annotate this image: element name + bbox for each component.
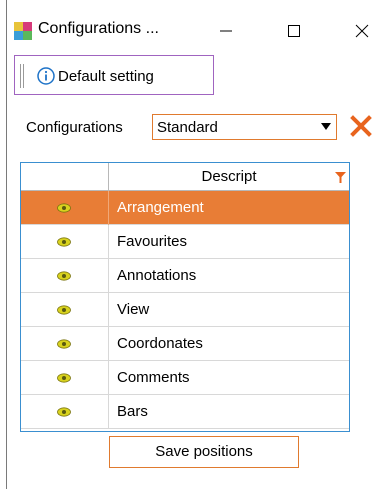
visibility-eye-icon[interactable]	[57, 203, 71, 213]
window-left-edge	[6, 0, 7, 489]
cell-separator	[108, 259, 109, 293]
cell-separator	[108, 327, 109, 361]
cell-separator	[108, 395, 109, 429]
cell-separator	[108, 191, 109, 225]
grid-row[interactable]: Bars	[21, 395, 349, 429]
column-header-description[interactable]: Descript	[109, 163, 349, 191]
minimize-button[interactable]	[206, 14, 246, 48]
cell-separator	[108, 225, 109, 259]
save-positions-button[interactable]: Save positions	[109, 436, 299, 468]
grid-row[interactable]: Annotations	[21, 259, 349, 293]
cell-separator	[108, 361, 109, 395]
visibility-eye-icon[interactable]	[57, 271, 71, 281]
row-label: Coordonates	[117, 335, 203, 352]
configurations-selected-value: Standard	[157, 119, 218, 136]
visibility-eye-icon[interactable]	[57, 305, 71, 315]
info-icon	[37, 67, 55, 85]
grid-row[interactable]: Arrangement	[21, 191, 349, 225]
row-label: Annotations	[117, 267, 197, 284]
default-setting-label: Default setting	[58, 67, 154, 85]
row-label: Bars	[117, 403, 148, 420]
window-title: Configurations ...	[38, 20, 159, 37]
close-icon	[355, 24, 369, 38]
grid-row[interactable]: Comments	[21, 361, 349, 395]
visibility-eye-icon[interactable]	[57, 237, 71, 247]
cell-separator	[108, 293, 109, 327]
toolbar-grip[interactable]	[20, 64, 25, 88]
default-setting-button[interactable]: Default setting	[37, 64, 154, 88]
filter-icon[interactable]	[335, 172, 346, 183]
row-label: Comments	[117, 369, 190, 386]
configurations-dropdown[interactable]: Standard	[152, 114, 337, 140]
delete-configuration-icon[interactable]	[350, 115, 372, 137]
visibility-eye-icon[interactable]	[57, 373, 71, 383]
configurations-label: Configurations	[26, 119, 123, 136]
grid-row[interactable]: Favourites	[21, 225, 349, 259]
app-icon	[14, 22, 32, 40]
default-setting-toolbar: Default setting	[14, 55, 214, 95]
visibility-eye-icon[interactable]	[57, 407, 71, 417]
grid-header: Descript	[21, 163, 349, 191]
maximize-icon	[288, 25, 300, 37]
grid-row[interactable]: View	[21, 293, 349, 327]
dropdown-arrow-icon	[321, 123, 331, 130]
row-label: Favourites	[117, 233, 188, 250]
configuration-grid: Descript Arrangement Favourites Annotation…	[20, 162, 350, 432]
close-button[interactable]	[342, 14, 382, 48]
maximize-button[interactable]	[274, 14, 314, 48]
minimize-icon	[220, 30, 232, 32]
grid-row[interactable]: Coordonates	[21, 327, 349, 361]
row-label: View	[117, 301, 150, 318]
title-bar: Configurations ...	[0, 0, 388, 46]
row-label: Arrangement	[117, 199, 204, 216]
visibility-eye-icon[interactable]	[57, 339, 71, 349]
